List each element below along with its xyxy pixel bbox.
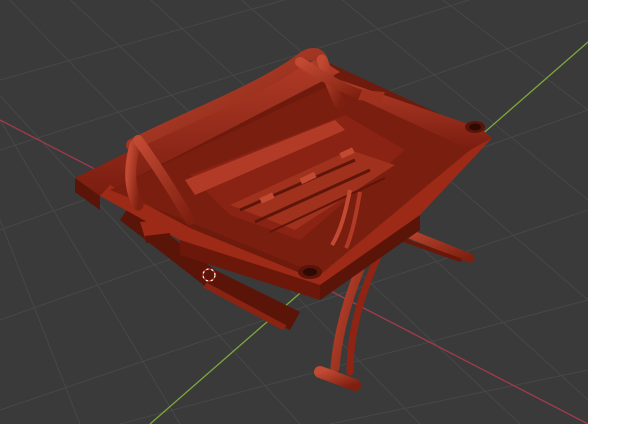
- viewport-canvas[interactable]: [0, 0, 588, 424]
- blank-margin: [588, 0, 640, 424]
- chassis-model[interactable]: [75, 48, 492, 391]
- 3d-viewport[interactable]: [0, 0, 588, 424]
